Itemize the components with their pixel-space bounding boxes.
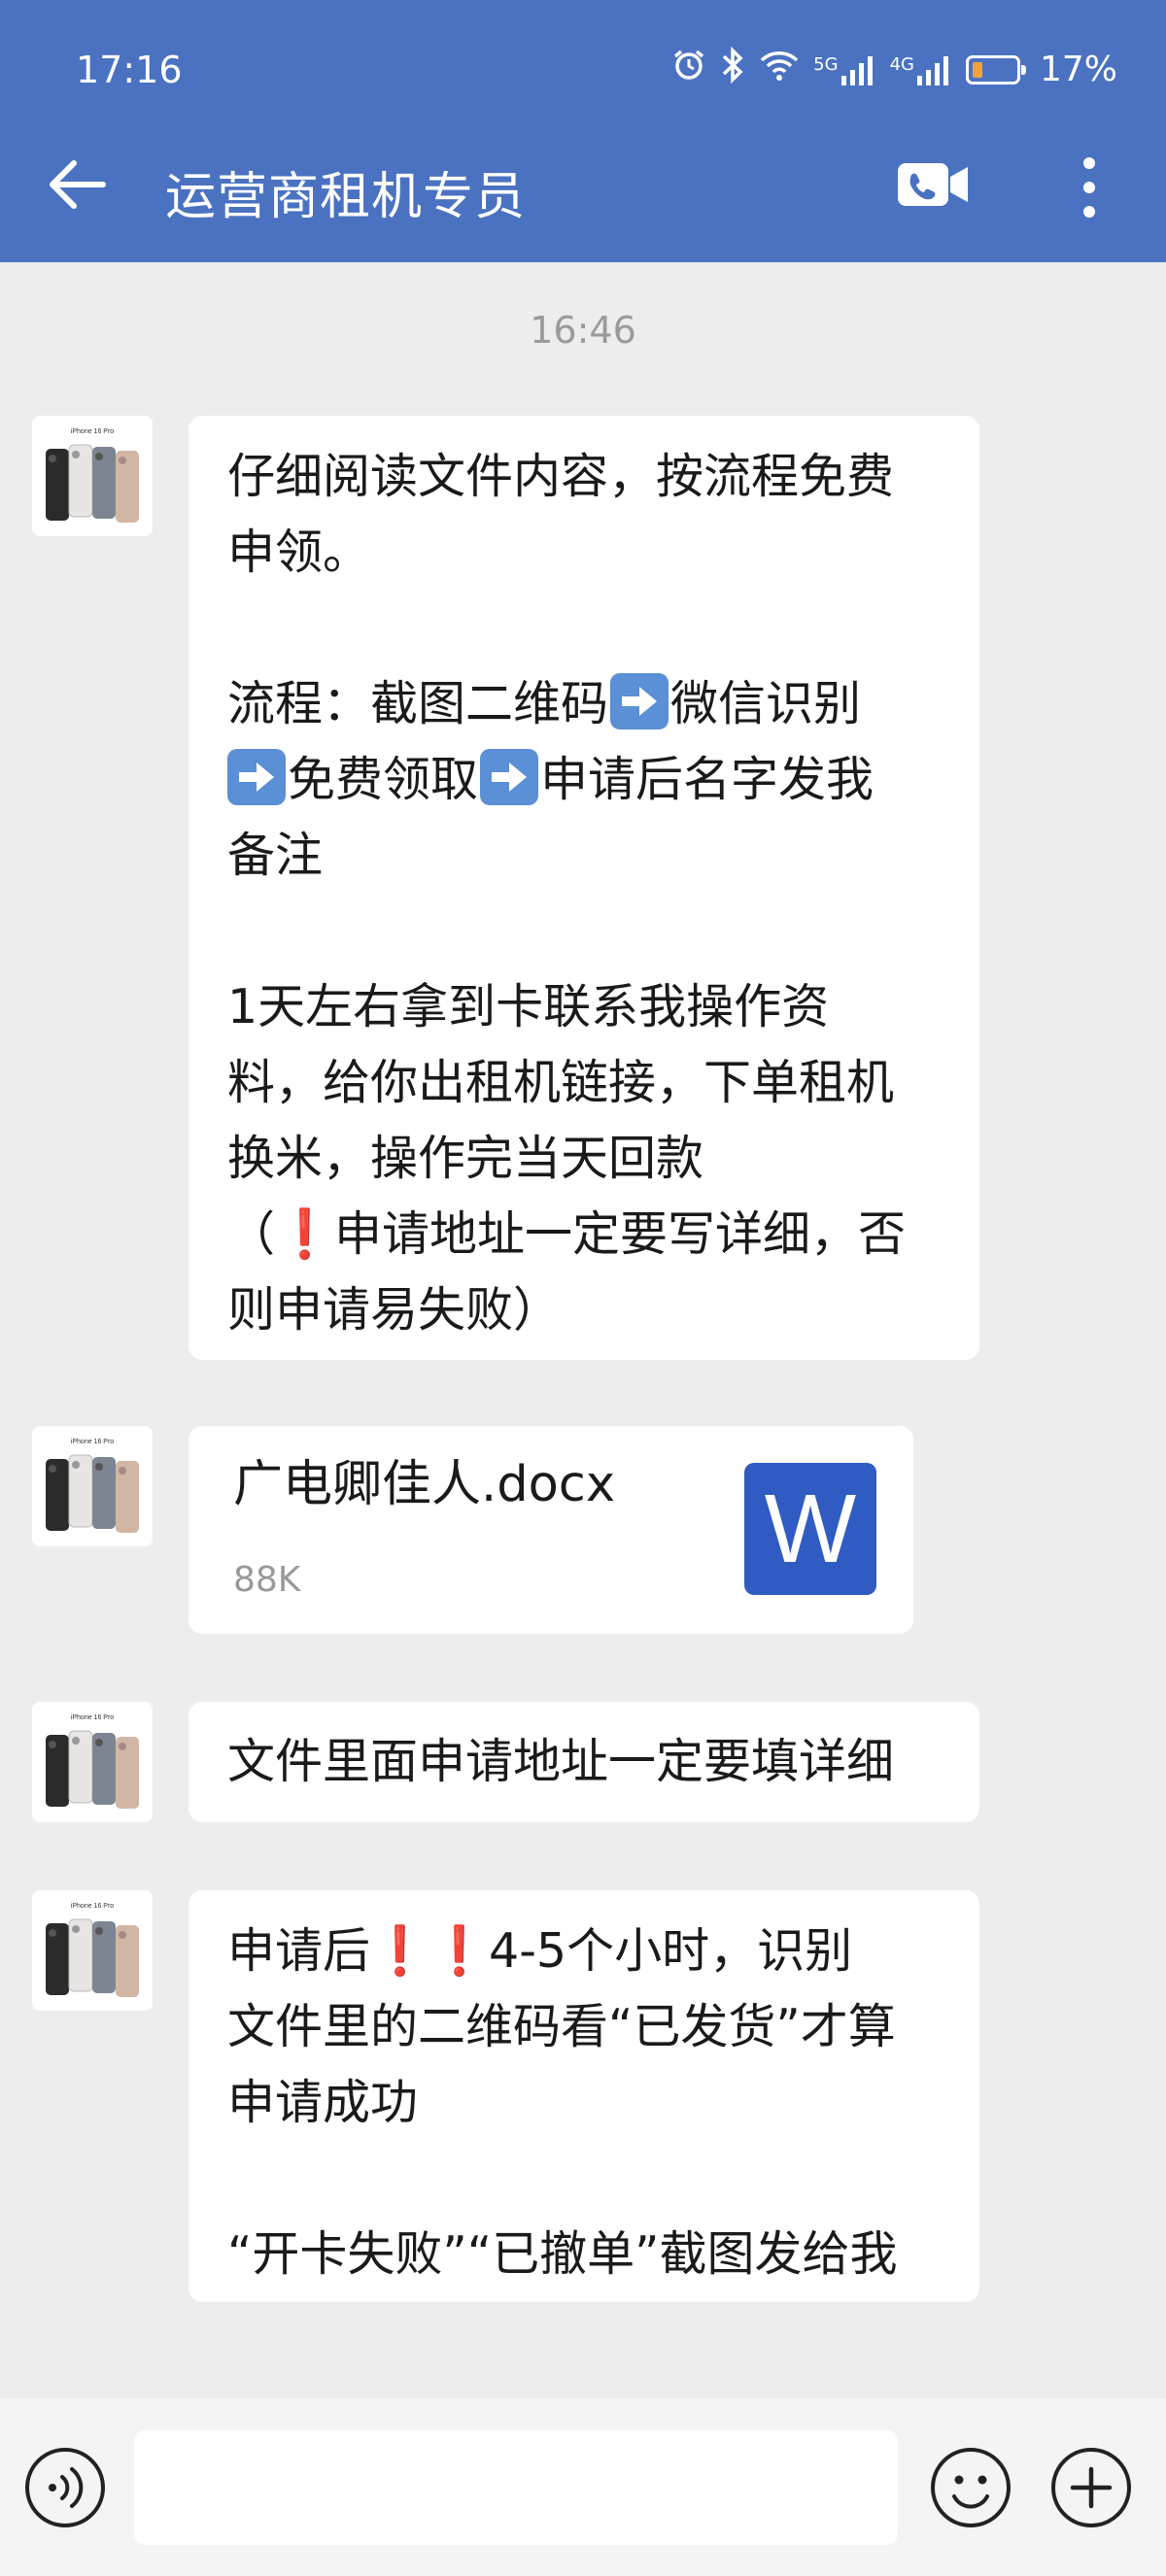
message-line: 文件里的二维码看“已发货”才算 [227, 1999, 896, 2054]
message-text: 文件里面申请地址一定要填详细 [227, 1734, 895, 1789]
message-bubble-after-apply[interactable]: 申请后❗❗4-5个小时，识别 文件里的二维码看“已发货”才算 申请成功 “开卡失… [189, 1890, 979, 2302]
message-bubble-instructions[interactable]: 仔细阅读文件内容，按流程免费 申领。 流程：截图二维码 微信识别 免费领取 申请后名… [189, 416, 979, 1360]
message-line: 流程：截图二维码 微信识别 [227, 666, 941, 742]
message-line: 料，给你出租机链接，下单租机 [227, 1055, 895, 1110]
sender-avatar[interactable]: iPhone 16 Pro [32, 416, 153, 536]
message-line: 免费领取 申请后名字发我 [227, 742, 941, 818]
message-line: 申领。 [227, 525, 371, 580]
file-name: 广电卿佳人.docx [233, 1456, 616, 1513]
message-line: “开卡失败”“已撤单”截图发给我 [227, 2226, 898, 2282]
plus-icon[interactable] [1049, 2446, 1133, 2529]
time-separator: 16:46 [530, 309, 636, 352]
svg-text:iPhone 16 Pro: iPhone 16 Pro [71, 1439, 114, 1445]
wifi-icon [759, 49, 800, 90]
iphone-product-icon: iPhone 16 Pro [32, 1702, 153, 1822]
file-message-bubble[interactable]: 广电卿佳人.docx 88K W [189, 1426, 913, 1634]
message-line: 申请后❗❗4-5个小时，识别 [227, 1923, 853, 1979]
chat-title: 运营商租机专员 [165, 168, 527, 226]
signal-4g-icon: 4G [890, 54, 952, 85]
right-arrow-emoji-icon [610, 673, 669, 729]
message-line: 备注 [227, 828, 324, 883]
svg-text:iPhone 16 Pro: iPhone 16 Pro [71, 1714, 114, 1721]
emoji-icon[interactable] [929, 2446, 1012, 2529]
bluetooth-icon [720, 46, 745, 92]
message-line: 则申请易失败） [227, 1282, 562, 1338]
iphone-product-icon: iPhone 16 Pro [32, 1890, 153, 2011]
iphone-product-icon: iPhone 16 Pro [32, 1426, 153, 1546]
status-time: 17:16 [76, 49, 183, 91]
right-arrow-emoji-icon [227, 749, 286, 805]
message-line: （❗申请地址一定要写详细，否 [227, 1206, 907, 1262]
message-line: 仔细阅读文件内容，按流程免费 [227, 449, 895, 504]
sender-avatar[interactable]: iPhone 16 Pro [32, 1702, 153, 1822]
message-line-blank [227, 2141, 941, 2217]
video-call-icon[interactable] [896, 159, 972, 210]
signal-5g-icon: 5G [813, 54, 875, 85]
more-options-icon[interactable] [1077, 153, 1102, 221]
exclamation-emoji-icon: ❗❗ [370, 1923, 490, 1979]
sender-avatar[interactable]: iPhone 16 Pro [32, 1426, 153, 1546]
exclamation-emoji-icon: ❗ [275, 1206, 335, 1262]
alarm-icon [671, 48, 706, 91]
message-line: 换米，操作完当天回款 [227, 1131, 704, 1186]
svg-text:iPhone 16 Pro: iPhone 16 Pro [71, 428, 114, 435]
message-line: 申请成功 [227, 2075, 419, 2130]
right-arrow-emoji-icon [480, 749, 539, 805]
message-line: 1天左右拿到卡联系我操作资 [227, 979, 830, 1034]
status-icons: 5G 4G 17% [671, 46, 1117, 92]
voice-input-icon[interactable] [23, 2446, 107, 2529]
battery-icon [965, 54, 1026, 85]
back-arrow-icon[interactable] [43, 155, 111, 214]
message-input[interactable] [134, 2430, 898, 2545]
sender-avatar[interactable]: iPhone 16 Pro [32, 1890, 153, 2011]
word-document-icon: W [744, 1463, 876, 1595]
message-line-blank [227, 591, 941, 666]
svg-text:iPhone 16 Pro: iPhone 16 Pro [71, 1903, 114, 1910]
iphone-product-icon: iPhone 16 Pro [32, 416, 153, 536]
message-line-blank [227, 894, 941, 969]
file-size: 88K [233, 1560, 301, 1600]
message-bubble-address-reminder[interactable]: 文件里面申请地址一定要填详细 [189, 1702, 979, 1822]
battery-level: 17% [1039, 50, 1117, 89]
app-header: 17:16 5G 4G 17% 运营商租机专员 [0, 0, 1166, 262]
input-bar [0, 2399, 1166, 2576]
